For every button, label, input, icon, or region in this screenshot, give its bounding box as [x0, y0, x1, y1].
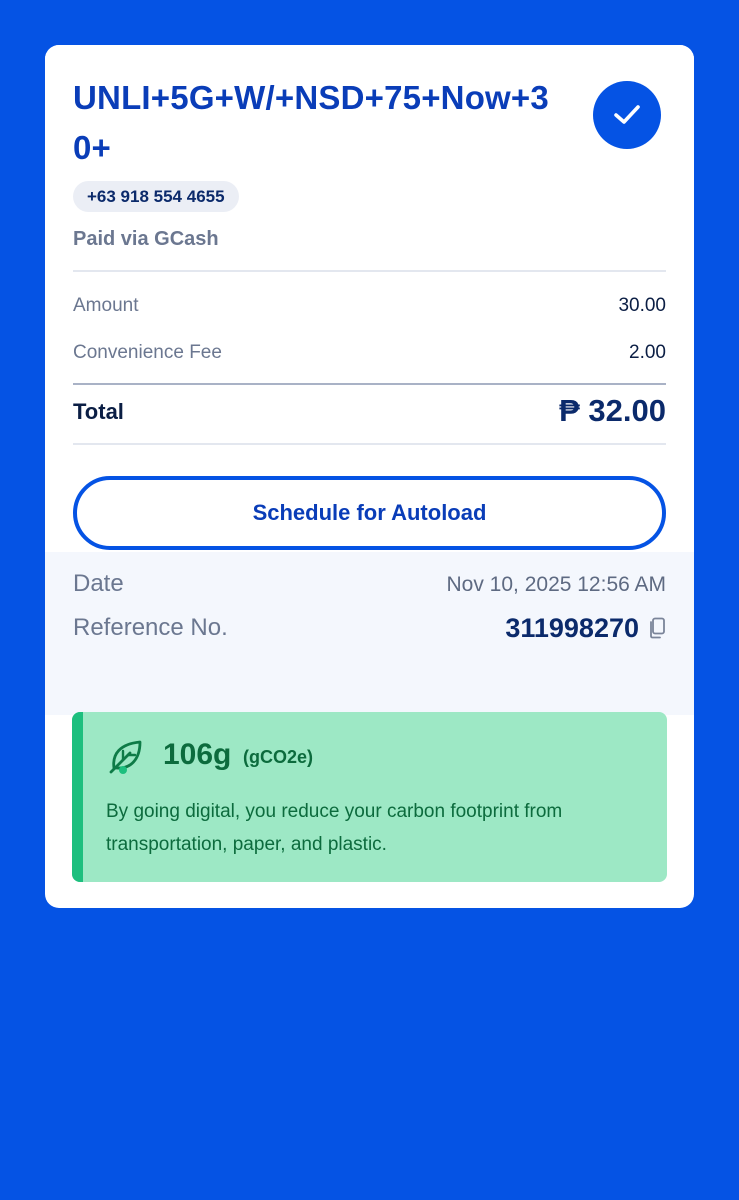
schedule-autoload-button[interactable]: Schedule for Autoload [73, 476, 666, 550]
check-circle-icon [593, 81, 661, 149]
divider [73, 383, 666, 385]
carbon-unit: (gCO2e) [243, 747, 314, 767]
date-value: Nov 10, 2025 12:56 AM [446, 573, 667, 596]
total-label: Total [73, 399, 124, 424]
copy-icon[interactable] [648, 617, 666, 639]
phone-number-chip: +63 918 554 4655 [73, 181, 239, 212]
divider [73, 443, 666, 445]
leaf-icon [106, 736, 146, 776]
banner-accent-bar [72, 712, 83, 882]
carbon-amount: 106g [163, 738, 232, 771]
divider [73, 270, 666, 272]
receipt-summary: UNLI+5G+W/+NSD+75+Now+30+ +63 918 554 46… [45, 45, 694, 552]
amount-label: Amount [73, 295, 139, 316]
carbon-message: By going digital, you reduce your carbon… [106, 801, 563, 855]
receipt-card: UNLI+5G+W/+NSD+75+Now+30+ +63 918 554 46… [45, 45, 694, 908]
fee-label: Convenience Fee [73, 342, 222, 363]
product-title: UNLI+5G+W/+NSD+75+Now+30+ [73, 79, 549, 166]
amount-value: 30.00 [618, 295, 666, 316]
reference-value: 311998270 [505, 612, 639, 643]
total-value: ₱ 32.00 [559, 393, 666, 428]
reference-number: 311998270 [505, 611, 666, 645]
carbon-savings-banner: 106g (gCO2e) By going digital, you reduc… [72, 712, 667, 882]
reference-label: Reference No. [73, 614, 228, 641]
fee-value: 2.00 [629, 342, 666, 363]
payment-method: Paid via GCash [73, 228, 219, 250]
date-label: Date [73, 570, 124, 597]
